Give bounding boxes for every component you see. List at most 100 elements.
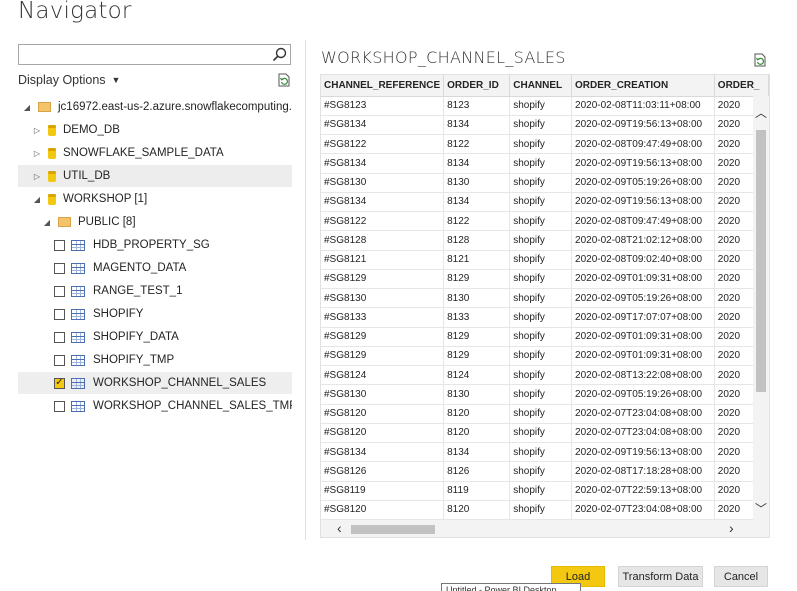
table-cell: shopify	[509, 461, 573, 482]
table-cell: #SG8123	[321, 96, 445, 116]
tree-item-workshop-channel-sales-tmp[interactable]: WORKSHOP_CHANNEL_SALES_TMP	[18, 395, 292, 417]
table-icon	[71, 354, 85, 366]
checkbox[interactable]	[54, 308, 65, 320]
tree-item-snowflake-sample-data[interactable]: ▷ SNOWFLAKE_SAMPLE_DATA	[18, 142, 292, 164]
scroll-thumb[interactable]	[756, 130, 766, 392]
collapse-icon[interactable]: ◢	[32, 195, 42, 204]
display-options-dropdown[interactable]: Display Options ▼	[18, 73, 120, 87]
table-row: #SG8134 8134 shopify 2020-02-09T19:56:13+08…	[321, 153, 769, 174]
tree-item-hdb-property-sg[interactable]: HDB_PROPERTY_SG	[18, 234, 292, 256]
expand-icon[interactable]: ▷	[32, 172, 42, 181]
scroll-thumb[interactable]	[351, 525, 435, 534]
table-cell: 2020-02-09T01:09:31+08:00	[571, 327, 715, 347]
table-cell: 2020-02-09T05:19:26+08:00	[571, 384, 715, 405]
chevron-right-icon[interactable]: ›	[729, 520, 734, 537]
expand-icon[interactable]: ▷	[32, 126, 42, 135]
tree-item-label: SHOPIFY_TMP	[93, 354, 175, 366]
table-cell: 2020-02-08T21:02:12+08:00	[571, 230, 715, 251]
checkbox[interactable]	[54, 354, 65, 366]
table-cell: 8120	[443, 423, 511, 444]
tree-item-workshop-channel-sales[interactable]: ✓ WORKSHOP_CHANNEL_SALES	[18, 372, 292, 394]
refresh-icon[interactable]	[276, 72, 292, 88]
folder-icon	[38, 102, 51, 112]
tree-item-range-test-1[interactable]: RANGE_TEST_1	[18, 280, 292, 302]
tree-item-shopify-data[interactable]: SHOPIFY_DATA	[18, 326, 292, 348]
table-icon	[71, 331, 85, 343]
table-cell: 8126	[443, 461, 511, 482]
table-icon	[71, 262, 85, 274]
table-cell: shopify	[509, 230, 573, 251]
tree-item-label: SHOPIFY	[93, 308, 144, 320]
vertical-scrollbar[interactable]: ︿ ﹀	[753, 96, 769, 521]
table-row: #SG8134 8134 shopify 2020-02-09T19:56:13+08…	[321, 115, 769, 136]
tree-item-label: DEMO_DB	[63, 124, 120, 136]
column-header[interactable]: ORDER_CREATION	[571, 75, 715, 97]
transform-data-button[interactable]: Transform Data	[618, 566, 703, 587]
tree-item-shopify[interactable]: SHOPIFY	[18, 303, 292, 325]
refresh-icon[interactable]	[752, 52, 768, 68]
tree-item-public-8[interactable]: ◢ PUBLIC [8]	[18, 211, 292, 233]
column-header[interactable]: ORDER_ID	[443, 75, 511, 97]
preview-title: WORKSHOP_CHANNEL_SALES	[321, 48, 566, 67]
table-cell: 2020-02-09T17:07:07+08:00	[571, 307, 715, 328]
table-cell: 2020-02-09T01:09:31+08:00	[571, 346, 715, 367]
table-cell: 8134	[443, 442, 511, 463]
table-cell: 8119	[443, 481, 511, 501]
checkbox[interactable]: ✓	[54, 377, 65, 389]
tree-item-util-db[interactable]: ▷ UTIL_DB	[18, 165, 292, 187]
tree-item-label: UTIL_DB	[63, 170, 111, 182]
column-header[interactable]: ORDER_	[714, 75, 769, 97]
chevron-left-icon[interactable]: ‹	[337, 520, 342, 537]
column-header[interactable]: CHANNEL	[509, 75, 573, 97]
checkbox[interactable]	[54, 239, 65, 251]
table-cell: shopify	[509, 250, 573, 270]
table-row: #SG8123 8123 shopify 2020-02-08T11:03:11+08…	[321, 96, 769, 116]
preview-table[interactable]: CHANNEL_REFERENCE ORDER_ID CHANNEL ORDER_CR…	[320, 74, 770, 538]
tree-item-demo-db[interactable]: ▷ DEMO_DB	[18, 119, 292, 141]
column-header[interactable]: CHANNEL_REFERENCE	[321, 75, 445, 97]
tree-item-jc16972-east-us-2-azure-snowflakecomputing-c[interactable]: ◢ jc16972.east-us-2.azure.snowflakecomput…	[18, 96, 292, 118]
table-cell: 2020-02-07T22:59:13+08:00	[571, 481, 715, 501]
table-row: #SG8120 8120 shopify 2020-02-07T23:04:08+08…	[321, 404, 769, 424]
table-row: #SG8130 8130 shopify 2020-02-09T05:19:26+08…	[321, 384, 769, 405]
table-cell: 2020-02-09T01:09:31+08:00	[571, 269, 715, 290]
table-cell: 8134	[443, 153, 511, 174]
tree-item-workshop-1[interactable]: ◢ WORKSHOP [1]	[18, 188, 292, 210]
chevron-up-icon[interactable]: ︿	[755, 104, 767, 121]
tree-item-label: RANGE_TEST_1	[93, 285, 183, 297]
table-cell: 8128	[443, 230, 511, 251]
table-cell: 2020-02-09T19:56:13+08:00	[571, 192, 715, 213]
search-input[interactable]	[18, 44, 291, 65]
cancel-button[interactable]: Cancel	[714, 566, 768, 587]
table-cell: 8120	[443, 500, 511, 521]
table-cell: #SG8129	[321, 327, 445, 347]
checkbox[interactable]	[54, 331, 65, 343]
table-cell: 2020-02-09T19:56:13+08:00	[571, 153, 715, 174]
table-cell: 2020-02-09T05:19:26+08:00	[571, 173, 715, 193]
table-cell: #SG8134	[321, 115, 445, 136]
table-cell: 8124	[443, 365, 511, 386]
chevron-down-icon[interactable]: ﹀	[755, 500, 767, 517]
database-icon	[48, 170, 56, 182]
checkbox[interactable]	[54, 285, 65, 297]
table-row: #SG8124 8124 shopify 2020-02-08T13:22:08+08…	[321, 365, 769, 386]
table-cell: #SG8120	[321, 500, 445, 521]
table-cell: #SG8121	[321, 250, 445, 270]
table-cell: 2020-02-07T23:04:08+08:00	[571, 404, 715, 424]
collapse-icon[interactable]: ◢	[42, 218, 52, 227]
expand-icon[interactable]: ▷	[32, 149, 42, 158]
database-icon	[48, 193, 56, 205]
table-cell: #SG8134	[321, 192, 445, 213]
window-title: Navigator	[18, 0, 132, 24]
tree-item-magento-data[interactable]: MAGENTO_DATA	[18, 257, 292, 279]
table-row: #SG8133 8133 shopify 2020-02-09T17:07:07+08…	[321, 307, 769, 328]
table-cell: #SG8130	[321, 384, 445, 405]
checkbox[interactable]	[54, 400, 65, 412]
table-cell: shopify	[509, 442, 573, 463]
horizontal-scrollbar[interactable]: ‹ ›	[321, 520, 769, 537]
collapse-icon[interactable]: ◢	[22, 103, 32, 112]
checkbox[interactable]	[54, 262, 65, 274]
search-icon[interactable]	[271, 46, 288, 63]
table-cell: 2020-02-09T05:19:26+08:00	[571, 288, 715, 309]
tree-item-shopify-tmp[interactable]: SHOPIFY_TMP	[18, 349, 292, 371]
